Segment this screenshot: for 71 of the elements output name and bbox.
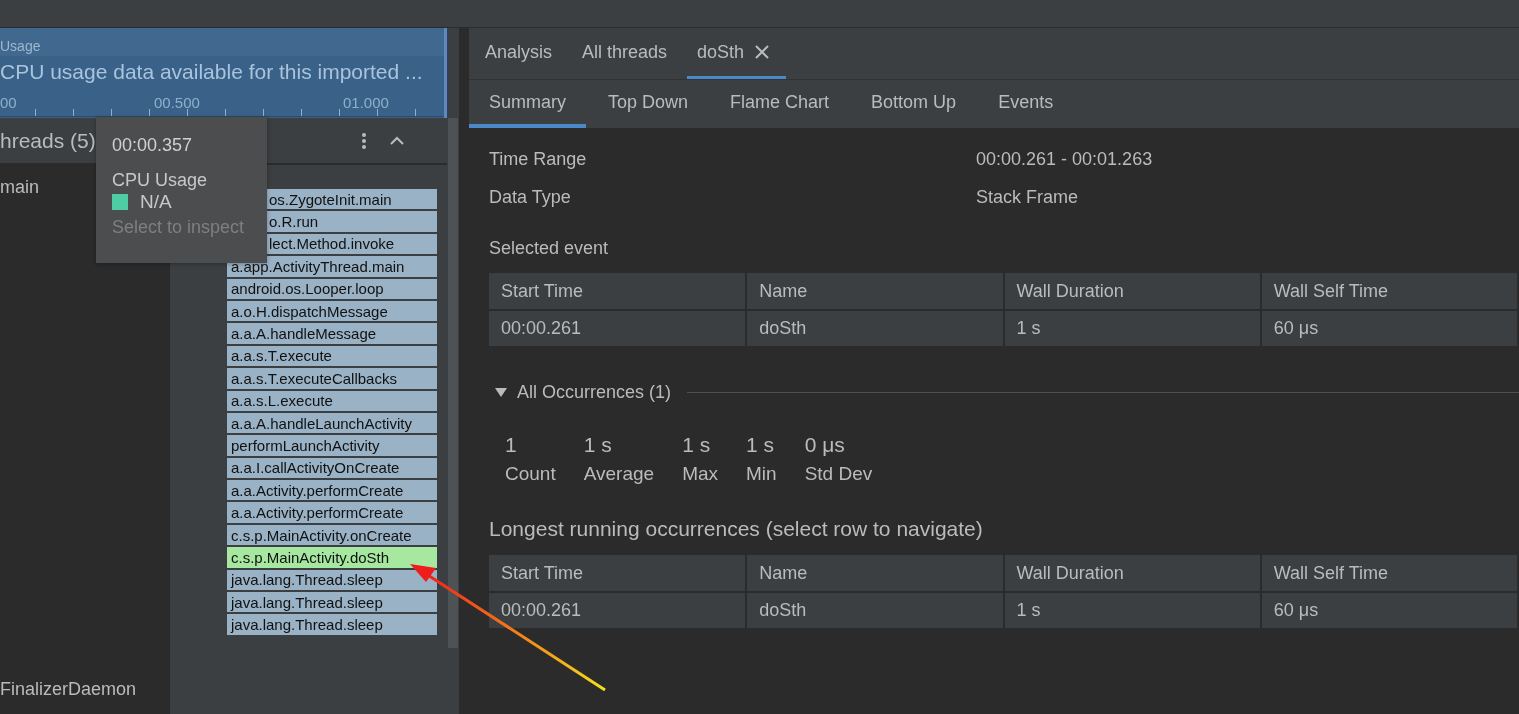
column-header[interactable]: Start Time: [489, 273, 747, 310]
series-value: N/A: [140, 191, 172, 213]
column-header[interactable]: Wall Self Time: [1260, 273, 1518, 310]
tooltip-time: 00:00.357: [112, 135, 194, 156]
column-header[interactable]: Wall Duration: [1003, 273, 1261, 310]
series-label: CPU Usage: [112, 170, 209, 191]
table-cell: doSth: [746, 310, 1004, 346]
section-title: Selected event: [489, 238, 610, 259]
stat-value: 1 s: [682, 433, 712, 457]
flame-frame[interactable]: a.a.Activity.performCreate: [226, 501, 438, 524]
field-value: 00:00.261 - 00:01.263: [976, 148, 1153, 170]
stat-label: Std Dev: [804, 463, 873, 485]
collapse-icon[interactable]: [389, 135, 406, 146]
flame-frame[interactable]: a.a.I.callActivityOnCreate: [226, 456, 438, 480]
table-cell: 00:00.261: [489, 310, 747, 346]
table-cell: 1 s: [1003, 592, 1261, 628]
flame-frame[interactable]: java.lang.Thread.sleep: [226, 613, 438, 636]
stat-label: Max: [682, 463, 719, 485]
expand-triangle-icon[interactable]: [495, 388, 507, 397]
flame-frame[interactable]: a.a.A.handleMessage: [226, 322, 438, 345]
flame-frame[interactable]: java.lang.Thread.sleep: [226, 591, 438, 614]
flame-frame[interactable]: a.a.Activity.performCreate: [226, 479, 438, 502]
table-cell: 60 μs: [1260, 310, 1518, 346]
more-icon[interactable]: [361, 131, 368, 150]
column-header[interactable]: Wall Duration: [1003, 555, 1261, 592]
field-label: Data Type: [489, 186, 572, 208]
stat-value: 0 μs: [804, 433, 846, 457]
stat-label: Min: [746, 463, 777, 485]
thread-name[interactable]: FinalizerDaemon: [0, 679, 170, 700]
flame-frame[interactable]: performLaunchActivity: [226, 434, 438, 457]
tab[interactable]: Top Down: [588, 80, 709, 128]
axis-tick-label: 01.000: [343, 94, 389, 111]
flame-frame[interactable]: a.a.s.L.execute: [226, 389, 438, 412]
flame-frame[interactable]: a.app.ActivityThread.main: [226, 255, 438, 278]
stat-value: 1 s: [583, 433, 613, 457]
table-cell: 1 s: [1003, 310, 1261, 346]
flame-frame[interactable]: c.s.p.MainActivity.doSth: [226, 546, 438, 569]
axis-tick-label: 00.500: [154, 94, 200, 111]
tab[interactable]: Summary: [469, 80, 586, 128]
flame-frame[interactable]: a.a.s.T.execute: [226, 344, 438, 368]
threads-title: hreads (5): [0, 128, 96, 153]
tab[interactable]: All threads: [572, 28, 684, 79]
track-title: Usage: [0, 38, 41, 54]
flame-frame[interactable]: android.os.Looper.loop: [226, 277, 438, 300]
stat-value: 1: [505, 433, 518, 457]
stat-label: Average: [583, 463, 655, 485]
column-header[interactable]: Wall Self Time: [1260, 555, 1518, 592]
tab[interactable]: Flame Chart: [710, 80, 850, 128]
close-icon[interactable]: [754, 44, 771, 60]
section-title[interactable]: All Occurrences (1): [517, 382, 672, 403]
table-cell: doSth: [746, 592, 1004, 628]
column-header[interactable]: Name: [746, 555, 1004, 592]
flame-frame[interactable]: c.s.p.MainActivity.onCreate: [226, 523, 438, 547]
empty-message: CPU usage data available for this imported ...: [0, 60, 423, 84]
tab[interactable]: Events: [978, 80, 1074, 128]
scrollbar-thumb[interactable]: [448, 118, 459, 648]
flame-frame[interactable]: a.a.s.T.executeCallbacks: [226, 367, 438, 390]
column-header[interactable]: Name: [746, 273, 1004, 310]
field-value: Stack Frame: [976, 186, 1079, 208]
tab[interactable]: Analysis: [475, 28, 569, 79]
table-cell: 60 μs: [1260, 592, 1518, 628]
tab[interactable]: Bottom Up: [851, 80, 977, 128]
column-header[interactable]: Start Time: [489, 555, 747, 592]
stat-label: Count: [505, 463, 556, 485]
table-cell: 00:00.261: [489, 592, 747, 628]
flame-frame[interactable]: a.a.A.handleLaunchActivity: [226, 411, 438, 435]
flame-frame[interactable]: a.o.H.dispatchMessage: [226, 299, 438, 323]
field-label: Time Range: [489, 148, 588, 170]
axis-tick-label: 00: [0, 94, 17, 111]
stat-value: 1 s: [746, 433, 776, 457]
section-title: Longest running occurrences (select row to navigate): [489, 517, 984, 541]
